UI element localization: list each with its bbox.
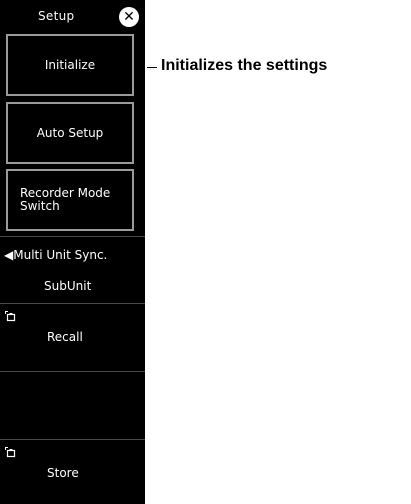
store-label: Store [47,466,79,480]
initialize-button[interactable]: Initialize [6,34,134,96]
recorder-mode-line1: Recorder Mode [20,186,111,200]
auto-setup-button[interactable]: Auto Setup [6,102,134,164]
recorder-mode-switch-label: Recorder Mode Switch [20,187,110,213]
recall-file-icon [5,311,16,322]
empty-menu-slot [0,372,145,438]
recorder-mode-switch-button[interactable]: Recorder Mode Switch [6,169,134,231]
store-file-icon [5,447,16,458]
initialize-button-label: Initialize [44,58,96,72]
close-icon[interactable]: ✕ [119,7,139,27]
divider [0,303,145,304]
menu-title: Setup [38,9,75,23]
callout-text: Initializes the settings [161,57,328,74]
auto-setup-button-label: Auto Setup [36,126,104,140]
callout-leader-line [147,67,157,68]
divider [0,439,145,440]
multi-unit-sync-value: SubUnit [44,279,92,293]
menu-header: Setup ✕ [0,0,145,34]
multi-unit-sync-label: ◀Multi Unit Sync. [4,248,108,262]
setup-menu-panel: Setup ✕ Initialize Auto Setup Recorder M… [0,0,145,504]
divider [0,236,145,237]
recall-label: Recall [47,330,83,344]
recorder-mode-line2: Switch [20,199,60,213]
